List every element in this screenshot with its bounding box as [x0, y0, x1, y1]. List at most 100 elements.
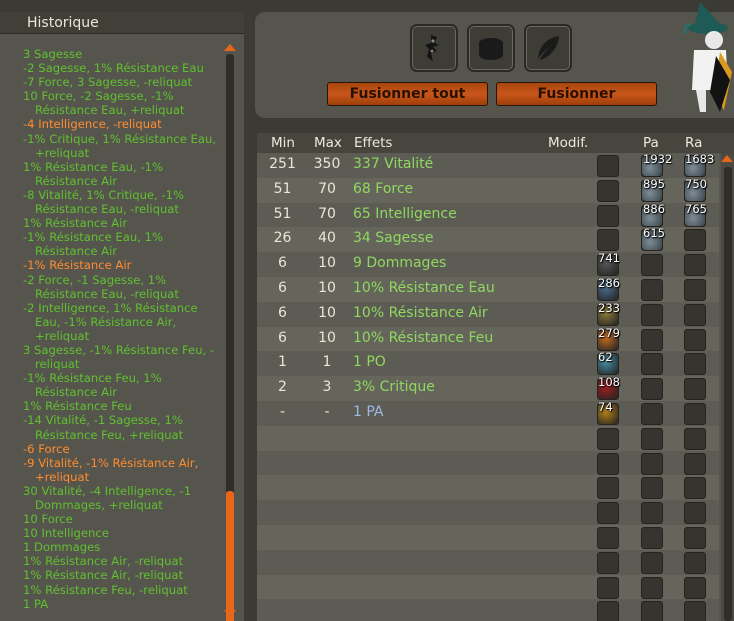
ra-slot[interactable] [684, 452, 706, 475]
cell-max: 10 [318, 329, 336, 346]
history-scroll-thumb[interactable] [226, 491, 234, 621]
history-entry-line: 1% Résistance Feu [23, 399, 132, 414]
history-scrollbar[interactable] [222, 42, 238, 621]
cell-min: 51 [273, 205, 292, 222]
modif-slot[interactable] [597, 204, 619, 227]
modif-slot[interactable] [597, 502, 619, 525]
pa-slot[interactable] [641, 402, 663, 425]
modif-rune-count: 286 [598, 275, 620, 290]
table-scrollbar[interactable] [721, 153, 734, 621]
history-entry: 1 Dommages [23, 540, 219, 554]
history-entry: 1% Résistance Air [23, 216, 219, 230]
fusion-button[interactable]: Fusionner [496, 82, 657, 106]
table-scroll-track[interactable] [724, 167, 732, 621]
pa-slot[interactable] [641, 378, 663, 401]
modif-slot[interactable] [597, 526, 619, 549]
history-entry-line: +reliquat [35, 469, 90, 484]
history-entry-line: Résistance Eau, -reliquat [35, 286, 179, 301]
pa-slot[interactable] [641, 526, 663, 549]
history-entry-line: Résistance Air [35, 385, 118, 400]
history-entry: -9 Vitalité, -1% Résistance Air, +reliqua… [23, 456, 219, 484]
modif-slot[interactable] [597, 477, 619, 500]
modif-slot[interactable] [597, 179, 619, 202]
history-entry-line: -1% Résistance Eau, 1% [23, 230, 163, 245]
history-entry: 10 Force [23, 512, 219, 526]
cell-effect: 68 Force [353, 180, 414, 197]
cell-min: 26 [273, 230, 292, 247]
pa-slot[interactable] [641, 551, 663, 574]
ra-slot[interactable] [684, 378, 706, 401]
ra-slot[interactable] [684, 303, 706, 326]
ra-slot[interactable] [684, 427, 706, 450]
ra-slot[interactable] [684, 601, 706, 621]
history-entry-line: 1% Résistance Air, -reliquat [23, 554, 184, 569]
cell-max: 350 [313, 156, 341, 172]
modif-slot[interactable] [597, 452, 619, 475]
ra-slot[interactable] [684, 402, 706, 425]
ra-slot[interactable] [684, 576, 706, 599]
character-avatar [680, 0, 734, 118]
modif-slot[interactable] [597, 576, 619, 599]
item-slot[interactable] [410, 24, 458, 72]
pa-slot[interactable] [641, 278, 663, 301]
history-entry-line: -1% Résistance Feu, 1% [23, 371, 162, 386]
history-entry-line: 1% Résistance Air, -reliquat [23, 568, 184, 583]
ra-slot[interactable] [684, 353, 706, 376]
table-scroll-up-icon[interactable] [721, 155, 733, 162]
fusion-all-button[interactable]: Fusionner tout [327, 82, 488, 106]
ra-slot[interactable] [684, 477, 706, 500]
history-entry: -1% Résistance Eau, 1% Résistance Air [23, 230, 219, 258]
modif-rune-count: 62 [598, 350, 613, 365]
pa-slot[interactable] [641, 427, 663, 450]
history-entry-line: 3 Sagesse, -1% Résistance Feu, - [23, 342, 215, 357]
cell-min: 6 [278, 304, 287, 321]
feather-slot[interactable] [524, 24, 572, 72]
table-row [257, 599, 719, 621]
ra-slot[interactable] [684, 502, 706, 525]
history-entry: 1 PA [23, 597, 219, 611]
ra-rune-count: 750 [685, 176, 707, 191]
table-row [257, 425, 719, 451]
runes-slot[interactable] [467, 24, 515, 72]
pa-slot[interactable] [641, 576, 663, 599]
history-entry-line: Résistance Eau, -reliquat [35, 202, 179, 217]
modif-slot[interactable] [597, 155, 619, 177]
history-entry: 1% Résistance Feu, -reliquat [23, 583, 219, 597]
history-entry-line: reliquat [35, 357, 80, 372]
history-title: Historique [0, 12, 244, 34]
history-entry: 10 Intelligence [23, 526, 219, 540]
history-list: 3 Sagesse -2 Sagesse, 1% Résistance Eau -7… [23, 47, 219, 611]
cell-min: 6 [278, 255, 287, 272]
pa-slot[interactable] [641, 303, 663, 326]
history-entry: -6 Force [23, 442, 219, 456]
modif-slot[interactable] [597, 427, 619, 450]
modif-slot[interactable] [597, 601, 619, 621]
table-row: 51 70 68 Force 895 750 [257, 176, 719, 203]
table-row: 2 3 3% Critique 108 [257, 375, 719, 401]
pa-slot[interactable] [641, 254, 663, 277]
history-entry: 1% Résistance Air, -reliquat [23, 568, 219, 582]
modif-slot[interactable] [597, 551, 619, 574]
history-entry: -2 Sagesse, 1% Résistance Eau [23, 61, 219, 75]
history-entry-line: -9 Vitalité, -1% Résistance Air, [23, 455, 199, 470]
pa-slot[interactable] [641, 502, 663, 525]
history-entry: -2 Intelligence, 1% Résistance Eau, -1% R… [23, 301, 219, 343]
history-entry-line: -7 Force, 3 Sagesse, -reliquat [23, 75, 193, 90]
history-entry: -8 Vitalité, 1% Critique, -1% Résistance … [23, 188, 219, 216]
ra-slot[interactable] [684, 278, 706, 301]
pa-slot[interactable] [641, 601, 663, 621]
pa-slot[interactable] [641, 328, 663, 351]
history-entry-line: +reliquat [35, 145, 90, 160]
pa-slot[interactable] [641, 452, 663, 475]
modif-slot[interactable] [597, 229, 619, 252]
ra-slot[interactable] [684, 551, 706, 574]
pa-slot[interactable] [641, 353, 663, 376]
scroll-up-icon[interactable] [224, 44, 236, 51]
ra-slot[interactable] [684, 254, 706, 277]
ra-slot[interactable] [684, 229, 706, 252]
scroll-down-icon[interactable] [224, 610, 236, 617]
history-panel: Historique 3 Sagesse -2 Sagesse, 1% Résis… [0, 12, 244, 621]
ra-slot[interactable] [684, 526, 706, 549]
pa-slot[interactable] [641, 477, 663, 500]
ra-slot[interactable] [684, 328, 706, 351]
